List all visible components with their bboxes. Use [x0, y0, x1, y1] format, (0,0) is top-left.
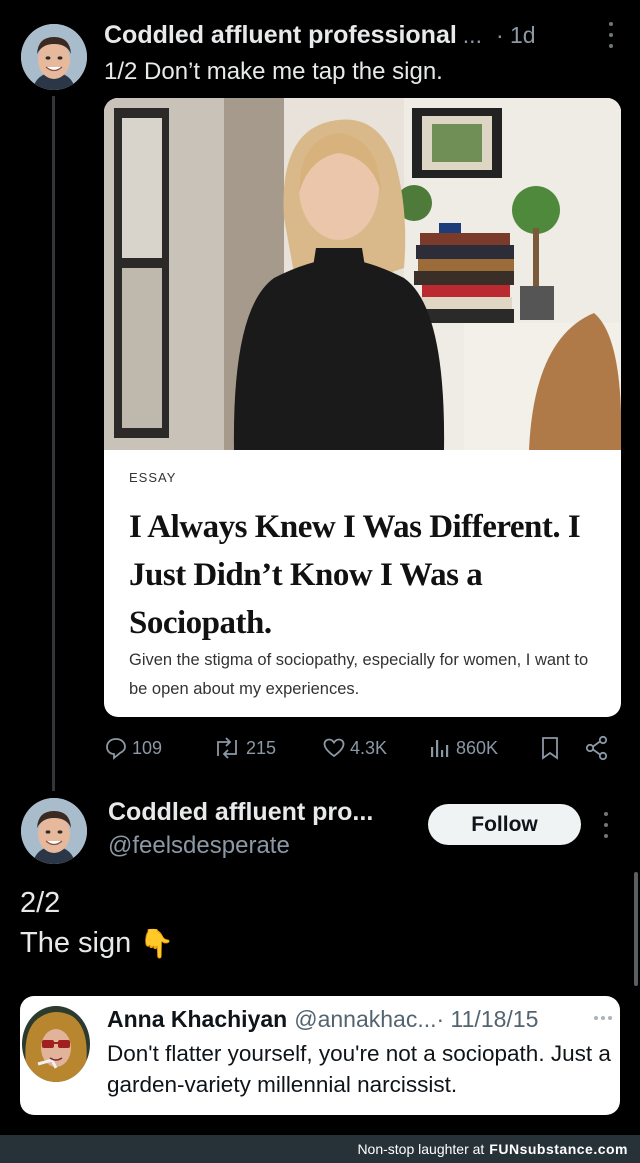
- card-headline: I Always Knew I Was Different. I Just Di…: [129, 509, 581, 641]
- article-photo: [104, 98, 621, 450]
- name-truncation: ...: [462, 21, 482, 48]
- tweet-text-line: 2/2: [20, 887, 61, 919]
- follow-button[interactable]: Follow: [428, 804, 581, 845]
- reply-icon: [106, 738, 126, 760]
- display-name[interactable]: Coddled affluent pro...: [108, 798, 373, 827]
- woman-with-sunglasses-avatar-image: [22, 1006, 90, 1082]
- quoted-tweet[interactable]: Anna Khachiyan @annakhac... · 11/18/15 D…: [20, 996, 620, 1115]
- tweet-text-line: The sign 👇: [20, 927, 174, 960]
- more-options-icon[interactable]: [608, 22, 614, 48]
- share-button[interactable]: [584, 732, 610, 764]
- repost-count: 215: [246, 737, 277, 758]
- card-subheadline: Given the stigma of sociopathy, especial…: [129, 651, 589, 698]
- heart-icon: [323, 738, 345, 758]
- avatar[interactable]: [21, 798, 87, 864]
- repost-button[interactable]: 215: [212, 732, 276, 764]
- bookmark-button[interactable]: [538, 732, 562, 764]
- view-count: 860K: [456, 737, 499, 758]
- pointing-down-emoji-icon: 👇: [139, 928, 175, 959]
- watermark-bar: Non-stop laughter at FUNsubstance.com: [0, 1135, 640, 1163]
- avatar[interactable]: [21, 24, 87, 90]
- tweet-header: Coddled affluent professional ... · 1d: [104, 18, 624, 52]
- tweet-text: 1/2 Don’t make me tap the sign.: [104, 58, 443, 85]
- man-face-avatar-image: [21, 798, 87, 864]
- user-handle[interactable]: @annakhac...: [294, 1006, 436, 1033]
- more-options-icon[interactable]: [603, 812, 609, 838]
- link-card[interactable]: ESSAY I Always Knew I Was Different. I J…: [104, 98, 621, 717]
- quoted-tweet-header: Anna Khachiyan @annakhac... · 11/18/15: [107, 1004, 612, 1034]
- user-handle[interactable]: @feelsdesperate: [108, 832, 290, 860]
- man-face-avatar-image: [21, 24, 87, 90]
- timestamp[interactable]: · 1d: [496, 22, 536, 49]
- avatar[interactable]: [22, 1006, 90, 1082]
- like-button[interactable]: 4.3K: [322, 732, 387, 764]
- display-name[interactable]: Coddled affluent professional: [104, 21, 457, 50]
- tweet-action-bar: 109 215 4.3K 860K: [104, 732, 614, 764]
- timestamp[interactable]: · 11/18/15: [437, 1006, 539, 1033]
- scrollbar-thumb[interactable]: [634, 872, 638, 986]
- reply-button[interactable]: 109: [104, 732, 162, 764]
- display-name[interactable]: Anna Khachiyan: [107, 1006, 287, 1033]
- quoted-tweet-text: Don't flatter yourself, you're not a soc…: [107, 1041, 611, 1097]
- reply-count: 109: [132, 737, 163, 758]
- card-kicker: ESSAY: [129, 470, 177, 485]
- analytics-icon: [431, 740, 449, 757]
- tweet-text: The sign: [20, 927, 132, 959]
- views-button[interactable]: 860K: [428, 732, 498, 764]
- bookmark-icon: [542, 737, 558, 760]
- watermark-text: Non-stop laughter at: [357, 1141, 485, 1157]
- share-icon: [585, 735, 608, 761]
- like-count: 4.3K: [350, 737, 388, 758]
- watermark-brand[interactable]: FUNsubstance.com: [489, 1141, 628, 1157]
- more-options-icon[interactable]: [594, 1016, 612, 1020]
- repost-icon: [217, 737, 237, 759]
- thread-connector-line: [52, 96, 55, 791]
